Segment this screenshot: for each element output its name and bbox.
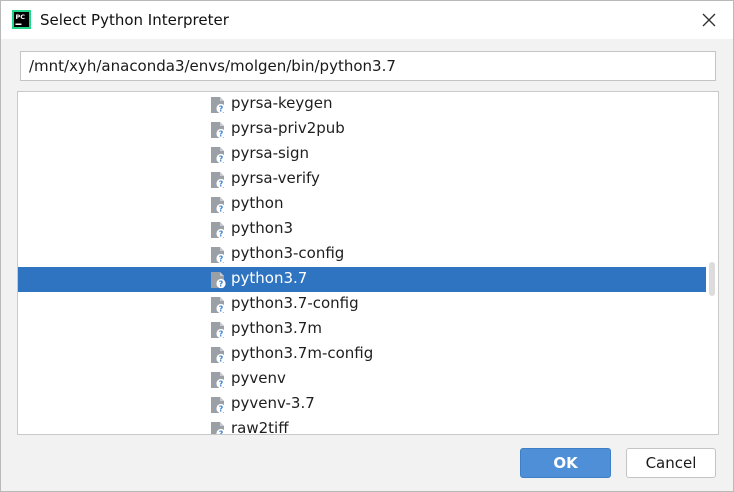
unknown-file-icon: ? <box>211 197 226 214</box>
close-icon <box>702 13 716 27</box>
unknown-file-icon: ? <box>211 372 226 389</box>
file-tree-row[interactable]: ? pyvenv <box>18 367 706 392</box>
unknown-file-icon: ? <box>211 347 226 364</box>
file-tree-row-label: python3 <box>231 219 294 237</box>
svg-text:?: ? <box>219 380 224 389</box>
svg-text:?: ? <box>219 430 224 435</box>
svg-text:?: ? <box>219 280 224 289</box>
unknown-file-icon: ? <box>211 422 226 435</box>
unknown-file-icon: ? <box>211 247 226 264</box>
file-tree-row[interactable]: ? pyrsa-priv2pub <box>18 117 706 142</box>
file-tree-row-label: python3.7-config <box>231 294 359 312</box>
file-tree-row[interactable]: ? python3.7m-config <box>18 342 706 367</box>
file-tree-row-label: raw2tiff <box>231 419 289 435</box>
file-tree-row-label: pyvenv <box>231 369 286 387</box>
svg-text:?: ? <box>219 330 224 339</box>
file-tree-row-label: pyrsa-sign <box>231 144 309 162</box>
unknown-file-icon: ? <box>211 272 226 289</box>
scrollbar-thumb[interactable] <box>709 262 715 296</box>
file-tree-row[interactable]: ? pyvenv-3.7 <box>18 392 706 417</box>
select-interpreter-dialog: PC Select Python Interpreter ? pyrsa-keyg… <box>0 0 734 492</box>
file-tree-row-label: pyrsa-keygen <box>231 94 333 112</box>
svg-text:?: ? <box>219 105 224 114</box>
unknown-file-icon: ? <box>211 397 226 414</box>
unknown-file-icon: ? <box>211 147 226 164</box>
cancel-button[interactable]: Cancel <box>626 448 716 478</box>
svg-text:?: ? <box>219 205 224 214</box>
unknown-file-icon: ? <box>211 222 226 239</box>
ok-button[interactable]: OK <box>520 448 611 478</box>
svg-text:?: ? <box>219 355 224 364</box>
file-tree-row[interactable]: ? python3-config <box>18 242 706 267</box>
unknown-file-icon: ? <box>211 322 226 339</box>
file-tree-row[interactable]: ? python3.7 <box>18 267 706 292</box>
title-bar: PC Select Python Interpreter <box>1 1 733 39</box>
svg-text:?: ? <box>219 230 224 239</box>
file-tree-row-label: pyrsa-priv2pub <box>231 119 345 137</box>
svg-text:?: ? <box>219 155 224 164</box>
close-button[interactable] <box>699 10 719 30</box>
interpreter-path-input[interactable] <box>20 51 716 81</box>
svg-text:?: ? <box>219 130 224 139</box>
file-tree-row[interactable]: ? python3.7-config <box>18 292 706 317</box>
unknown-file-icon: ? <box>211 122 226 139</box>
file-tree-row[interactable]: ? pyrsa-sign <box>18 142 706 167</box>
file-tree-row-label: python3.7 <box>231 269 308 287</box>
pycharm-app-icon: PC <box>12 10 31 29</box>
file-tree-row[interactable]: ? pyrsa-verify <box>18 167 706 192</box>
unknown-file-icon: ? <box>211 297 226 314</box>
file-tree-row-label: python3.7m <box>231 319 322 337</box>
file-tree-row[interactable]: ? raw2tiff <box>18 417 706 435</box>
svg-text:?: ? <box>219 405 224 414</box>
file-tree-row-label: python <box>231 194 284 212</box>
unknown-file-icon: ? <box>211 97 226 114</box>
svg-text:?: ? <box>219 180 224 189</box>
file-tree[interactable]: ? pyrsa-keygen? pyrsa-priv2pub? pyrsa-sign?… <box>17 91 719 435</box>
file-tree-row[interactable]: ? python <box>18 192 706 217</box>
dialog-title: Select Python Interpreter <box>40 11 229 29</box>
file-tree-row-label: python3.7m-config <box>231 344 374 362</box>
file-tree-row[interactable]: ? python3 <box>18 217 706 242</box>
vertical-scrollbar[interactable] <box>706 92 718 434</box>
file-tree-row-label: pyvenv-3.7 <box>231 394 315 412</box>
file-tree-row[interactable]: ? pyrsa-keygen <box>18 92 706 117</box>
svg-text:?: ? <box>219 305 224 314</box>
svg-text:PC: PC <box>16 13 26 21</box>
file-tree-row[interactable]: ? python3.7m <box>18 317 706 342</box>
svg-text:?: ? <box>219 255 224 264</box>
file-tree-row-label: pyrsa-verify <box>231 169 320 187</box>
file-tree-row-label: python3-config <box>231 244 345 262</box>
unknown-file-icon: ? <box>211 172 226 189</box>
